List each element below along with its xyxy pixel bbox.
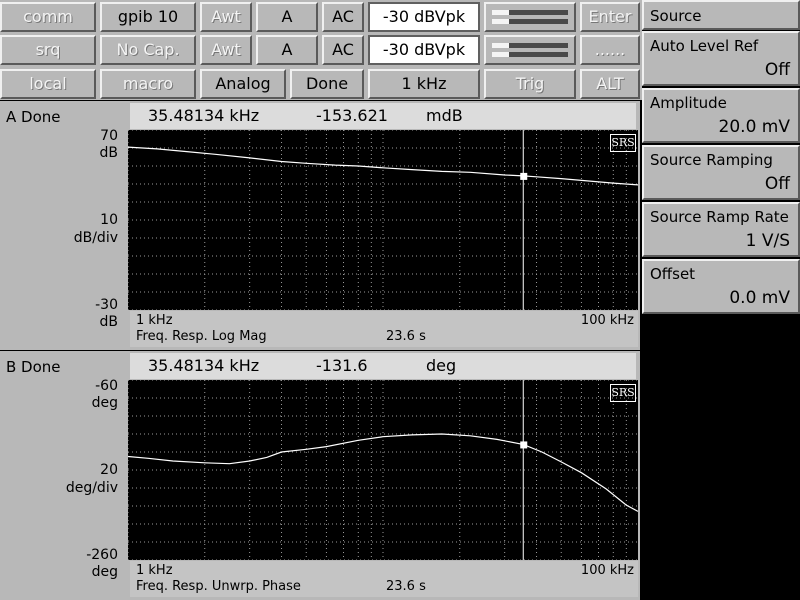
coupling-b[interactable]: AC	[322, 35, 364, 65]
coupling-a[interactable]: AC	[322, 2, 364, 32]
y-bottom-unit: deg	[91, 564, 118, 580]
softkey-auto-level-ref[interactable]: Auto Level Ref Off	[642, 31, 800, 86]
softkey-menu-title: Source	[642, 0, 800, 30]
x-end-label: 100 kHz	[580, 313, 634, 328]
display-a-title: A Done	[6, 108, 61, 126]
y-top-unit: deg	[91, 395, 118, 411]
marker-frequency: 35.48134 kHz	[148, 356, 260, 375]
awt-button-a[interactable]: Awt	[200, 2, 252, 32]
alt-button[interactable]: ALT	[580, 69, 640, 99]
macro-button[interactable]: macro	[100, 69, 196, 99]
no-capture-button[interactable]: No Cap.	[100, 35, 196, 65]
softkey-source-ramp-rate[interactable]: Source Ramp Rate 1 V/S	[642, 202, 800, 257]
measurement-label: Freq. Resp. Log Mag	[136, 329, 267, 344]
softkey-amplitude[interactable]: Amplitude 20.0 mV	[642, 88, 800, 143]
trig-button[interactable]: Trig	[484, 69, 576, 99]
analog-button[interactable]: Analog	[200, 69, 286, 99]
y-top-label: 70	[100, 128, 118, 144]
display-b-marker-readout: 35.48134 kHz -131.6 deg	[130, 353, 636, 379]
gpib-button[interactable]: gpib 10	[100, 2, 196, 32]
awt-button-b[interactable]: Awt	[200, 35, 252, 65]
measurement-time: 23.6 s	[386, 329, 426, 344]
level-meter-a	[484, 2, 576, 32]
y-div-label: 20	[100, 462, 118, 478]
srs-logo: SRS	[610, 134, 636, 152]
y-bottom-unit: dB	[99, 314, 119, 330]
range-field-b[interactable]: -30 dBVpk	[368, 35, 480, 65]
srs-logo: SRS	[610, 384, 636, 402]
frequency-button[interactable]: 1 kHz	[368, 69, 480, 99]
y-div-label: 10	[100, 212, 118, 228]
dots-button[interactable]: ......	[580, 35, 640, 65]
marker-frequency: 35.48134 kHz	[148, 106, 260, 125]
level-meter-b	[484, 35, 576, 65]
input-channel-b[interactable]: A	[256, 35, 318, 65]
display-b-footer: 1 kHz 100 kHz Freq. Resp. Unwrp. Phase 2…	[130, 561, 638, 597]
display-a-footer: 1 kHz 100 kHz Freq. Resp. Log Mag 23.6 s	[130, 311, 638, 347]
measurement-label: Freq. Resp. Unwrp. Phase	[136, 579, 301, 594]
marker-point	[520, 441, 528, 449]
y-top-label: -60	[95, 378, 118, 394]
marker-unit: mdB	[426, 106, 463, 125]
y-bottom-label: -30	[95, 297, 118, 313]
marker-point	[520, 172, 528, 180]
softkey-source-ramping[interactable]: Source Ramping Off	[642, 145, 800, 200]
x-start-label: 1 kHz	[136, 563, 173, 578]
y-div-unit: dB/div	[73, 230, 118, 246]
y-top-unit: dB	[99, 145, 119, 161]
x-start-label: 1 kHz	[136, 313, 173, 328]
local-button[interactable]: local	[0, 69, 96, 99]
marker-unit: deg	[426, 356, 457, 375]
enter-button[interactable]: Enter	[580, 2, 640, 32]
y-div-unit: deg/div	[65, 480, 118, 496]
plot-area-a[interactable]	[128, 130, 638, 310]
plot-area-b[interactable]	[128, 380, 638, 560]
x-end-label: 100 kHz	[580, 563, 634, 578]
marker-value: -131.6	[316, 356, 368, 375]
softkey-offset[interactable]: Offset 0.0 mV	[642, 259, 800, 314]
srq-button[interactable]: srq	[0, 35, 96, 65]
y-bottom-label: -260	[86, 547, 118, 563]
range-field-a[interactable]: -30 dBVpk	[368, 2, 480, 32]
marker-value: -153.621	[316, 106, 388, 125]
measurement-time: 23.6 s	[386, 579, 426, 594]
done-button[interactable]: Done	[290, 69, 364, 99]
input-channel-a[interactable]: A	[256, 2, 318, 32]
display-b-title: B Done	[6, 358, 61, 376]
comm-button[interactable]: comm	[0, 2, 96, 32]
display-a-marker-readout: 35.48134 kHz -153.621 mdB	[130, 103, 636, 129]
